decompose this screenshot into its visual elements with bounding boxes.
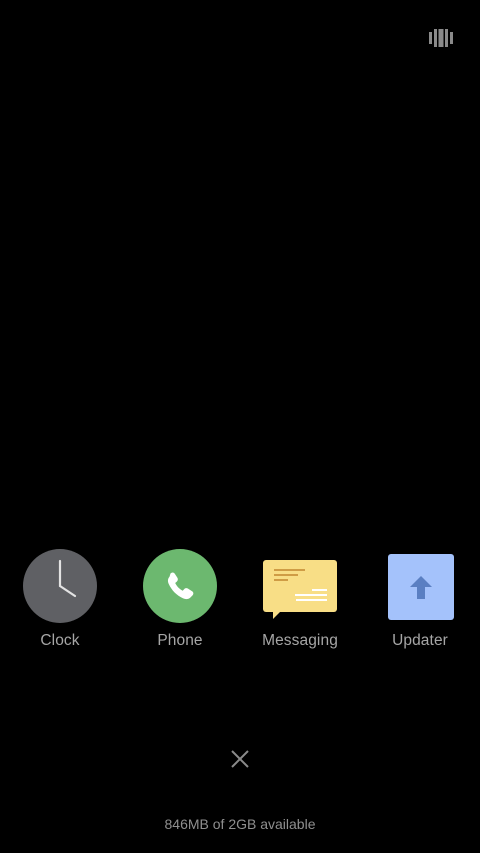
app-label-clock: Clock	[40, 632, 80, 649]
close-icon	[231, 750, 249, 768]
recent-app-clock[interactable]: Clock	[0, 546, 120, 656]
app-label-updater: Updater	[392, 632, 448, 649]
recents-screen: Clock Phone Messaging Updater 846MB of 2…	[0, 0, 480, 853]
recent-app-messaging[interactable]: Messaging	[240, 546, 360, 656]
memory-status: 846MB of 2GB available	[164, 816, 316, 832]
app-label-messaging: Messaging	[262, 632, 338, 649]
message-icon	[262, 548, 338, 624]
recent-app-updater[interactable]: Updater	[360, 546, 480, 656]
close-all-button[interactable]	[226, 745, 254, 773]
upload-icon	[382, 548, 458, 624]
view-switch-icon[interactable]	[429, 29, 453, 47]
recent-app-phone[interactable]: Phone	[120, 546, 240, 656]
recent-apps-row: Clock Phone Messaging Updater	[0, 546, 480, 656]
clock-icon	[22, 548, 98, 624]
app-label-phone: Phone	[157, 632, 203, 649]
phone-icon	[142, 548, 218, 624]
